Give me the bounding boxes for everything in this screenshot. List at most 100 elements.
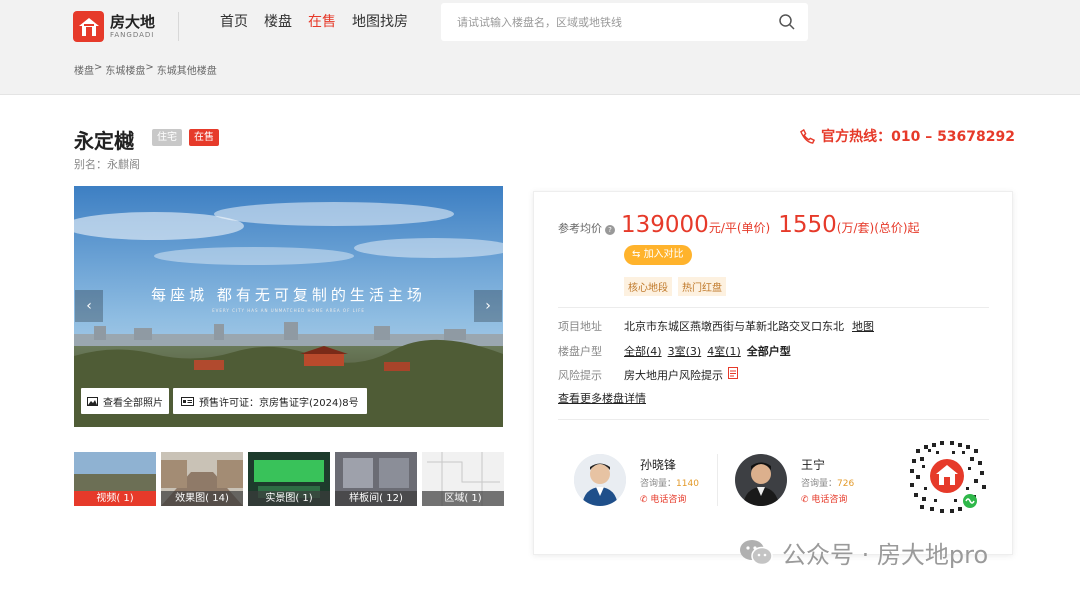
feature-tag: 热门红盘	[678, 277, 726, 296]
thumb-showroom[interactable]: 样板间( 12)	[335, 452, 417, 506]
watermark: 公众号 · 房大地pro	[738, 535, 988, 570]
thumb-label: 区域( 1)	[422, 491, 504, 506]
thumb-label: 样板间( 12)	[335, 491, 417, 506]
layout-4room[interactable]: 4室(1)	[707, 343, 741, 359]
layout-3room[interactable]: 3室(3)	[668, 343, 702, 359]
phone-icon	[800, 128, 816, 144]
nav-map-search[interactable]: 地图找房	[352, 13, 408, 31]
hotline-text: 官方热线：010 – 53678292	[821, 129, 1015, 145]
more-details-link[interactable]: 查看更多楼盘详情	[558, 390, 646, 406]
address-row: 项目地址 北京市东城区燕墩西街与革新北路交叉口东北 地图	[558, 318, 880, 334]
feature-tags: 核心地段 热门红盘	[624, 277, 732, 296]
price-row: 参考均价 ? 139000 元/平(单价) 1550 (万/套)(总价)起	[558, 212, 928, 238]
prev-arrow-icon[interactable]: ‹	[75, 290, 103, 322]
main-photo[interactable]: 每座城 都有无可复制的生活主场 EVERY CITY HAS AN UNMATC…	[74, 186, 503, 427]
view-all-photos-label: 查看全部照片	[103, 397, 163, 409]
agent-divider	[717, 454, 718, 506]
price-label: 参考均价	[558, 222, 602, 235]
search-icon[interactable]	[778, 13, 796, 31]
agent-name: 王宁	[801, 457, 826, 472]
layout-row: 楼盘户型 全部(4) 3室(3) 4室(1) 全部户型	[558, 343, 791, 359]
wechat-icon	[740, 539, 773, 565]
presale-permit-label: 预售许可证：京房售证字(2024)8号	[199, 397, 359, 409]
search-box	[441, 3, 808, 41]
breadcrumb-dongcheng[interactable]: 东城楼盘	[105, 62, 145, 77]
photo-slogan-sub: EVERY CITY HAS AN UNMATCHED HOME AREA OF…	[212, 308, 365, 313]
consult-count-value: 726	[837, 478, 855, 489]
breadcrumb-projects[interactable]: 楼盘	[74, 62, 94, 77]
layout-all[interactable]: 全部(4)	[624, 343, 662, 359]
logo-text: 房大地 FANGDADI	[110, 12, 156, 40]
nav-home[interactable]: 首页	[220, 13, 248, 31]
add-compare-button[interactable]: ⇆ 加入对比	[624, 245, 692, 265]
logo-en: FANGDADI	[110, 30, 155, 39]
next-arrow-icon[interactable]: ›	[474, 290, 502, 322]
mini-program-qr-code-icon[interactable]	[906, 435, 988, 517]
address-label: 项目地址	[558, 320, 602, 333]
phone-consult-button[interactable]: ✆ 电话咨询	[640, 492, 699, 505]
top-header: 房大地 FANGDADI 首页 楼盘 在售 地图找房 楼盘 > 东城楼盘 > 东…	[0, 0, 1080, 95]
hotline[interactable]: 官方热线：010 – 53678292	[800, 126, 1015, 146]
divider	[558, 419, 989, 420]
compare-label: 加入对比	[643, 249, 684, 260]
thumb-renderings[interactable]: 效果图( 14)	[161, 452, 243, 506]
logo-house-icon	[73, 11, 104, 42]
risk-row: 风险提示 房大地用户风险提示	[558, 367, 738, 383]
agent-card[interactable]: 孙晓锋 咨询量：1140 ✆ 电话咨询	[574, 454, 699, 506]
divider	[558, 307, 989, 308]
phone-consult-button[interactable]: ✆ 电话咨询	[801, 492, 854, 505]
page-title: 永定樾	[74, 129, 134, 153]
help-icon[interactable]: ?	[605, 225, 615, 235]
thumb-area[interactable]: 区域( 1)	[422, 452, 504, 506]
thumb-real-photos[interactable]: 实景图( 1)	[248, 452, 330, 506]
logo-cn: 房大地	[110, 12, 156, 31]
phone-icon: ✆	[640, 494, 651, 505]
thumb-label: 视频( 1)	[74, 491, 156, 506]
status-badge: 在售	[189, 129, 219, 146]
project-info-card: 参考均价 ? 139000 元/平(单价) 1550 (万/套)(总价)起 ⇆ …	[533, 191, 1013, 555]
avatar	[735, 454, 787, 506]
map-link[interactable]: 地图	[852, 318, 874, 334]
id-card-icon	[181, 396, 194, 406]
image-icon	[87, 396, 98, 406]
thumbnail-strip: 视频( 1) 效果图( 14) 实景图( 1) 样板间( 12) 区域(1)	[74, 452, 509, 506]
phone-icon: ✆	[801, 494, 812, 505]
compare-icon: ⇆	[632, 249, 644, 260]
feature-tag: 核心地段	[624, 277, 672, 296]
total-price-suffix: (万/套)(总价)起	[836, 221, 920, 235]
thumb-label: 实景图( 1)	[248, 491, 330, 506]
phone-consult-label: 电话咨询	[650, 494, 687, 505]
document-icon[interactable]	[728, 367, 738, 379]
main-nav: 首页 楼盘 在售 地图找房	[220, 13, 424, 31]
phone-consult-label: 电话咨询	[811, 494, 848, 505]
breadcrumb-sep: >	[145, 62, 154, 73]
watermark-text: 公众号 · 房大地pro	[782, 541, 989, 569]
agent-consult-count: 咨询量：1140	[640, 476, 699, 489]
photo-slogan: 每座城 都有无可复制的生活主场	[151, 286, 426, 304]
project-alias: 别名：永麒阁	[74, 158, 140, 171]
search-input[interactable]	[457, 13, 767, 31]
consult-count-value: 1140	[676, 478, 699, 489]
nav-projects[interactable]: 楼盘	[264, 13, 292, 31]
layout-label: 楼盘户型	[558, 345, 602, 358]
agent-info: 孙晓锋 咨询量：1140 ✆ 电话咨询	[640, 456, 699, 505]
unit-price-suffix: 元/平(单价)	[708, 221, 771, 235]
thumb-video[interactable]: 视频( 1)	[74, 452, 156, 506]
nav-on-sale[interactable]: 在售	[308, 13, 336, 31]
agent-consult-count: 咨询量：726	[801, 476, 854, 489]
view-all-photos-button[interactable]: 查看全部照片	[81, 388, 169, 414]
consult-count-label: 咨询量：	[640, 478, 677, 489]
site-logo[interactable]: 房大地 FANGDADI	[73, 11, 155, 42]
breadcrumb-sep: >	[94, 62, 103, 73]
address-value: 北京市东城区燕墩西街与革新北路交叉口东北	[624, 320, 844, 333]
presale-permit[interactable]: 预售许可证：京房售证字(2024)8号	[173, 388, 367, 414]
breadcrumb-current[interactable]: 东城其他楼盘	[157, 62, 217, 77]
agent-info: 王宁 咨询量：726 ✆ 电话咨询	[801, 456, 854, 505]
risk-value[interactable]: 房大地用户风险提示	[624, 367, 723, 383]
agent-card[interactable]: 王宁 咨询量：726 ✆ 电话咨询	[735, 454, 854, 506]
unit-price: 139000	[621, 212, 709, 238]
total-price: 1550	[778, 212, 837, 238]
thumb-label: 效果图( 14)	[161, 491, 243, 506]
consult-count-label: 咨询量：	[801, 478, 838, 489]
all-layouts-link[interactable]: 全部户型	[747, 343, 791, 359]
